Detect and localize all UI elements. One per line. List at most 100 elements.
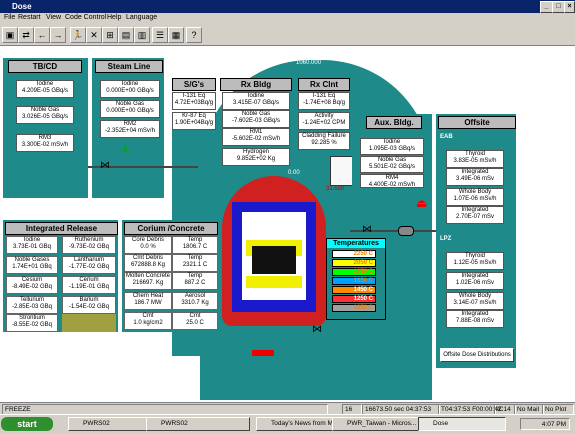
lpz-whole-body: Whole Body 3.14E-07 mSv/h [446,292,504,310]
grid-icon[interactable]: ▦ [168,27,184,43]
corium-cmt-temperature: Cmt 25.0 C [172,312,218,330]
rx-bldg-rm1: RM1 -5.602E-02 mSv/h [222,128,290,146]
forward-icon[interactable]: → [50,27,66,43]
temp-1050: 1050 C [332,304,376,312]
tbcd-building [3,58,88,198]
eab-whole-body: Whole Body 1.07E-06 mSv/h [446,188,504,206]
aux-rm4: RM4 4.400E-02 mSv/h [360,174,424,188]
lpz-whole-body-integrated: Integrated 7.88E-08 mSv [446,310,504,328]
offsite-dose-distributions-button[interactable]: Offsite Dose Distributions [440,348,514,362]
step-icon[interactable]: ⊞ [102,27,118,43]
menu-restart[interactable]: Restart [18,14,41,21]
task-pwrs02-2[interactable]: PWRS02 [146,417,250,431]
temp-1450: 1450 C [332,286,376,294]
offsite-title: Offsite [438,116,516,129]
temp-2250: 2250 C [332,250,376,258]
eab-label: EAB [440,134,453,140]
taskbar: start PWRS02 PWRS02 Today's News from M.… [0,414,575,433]
integrated-release-title: Integrated Release [5,222,118,235]
steam-rm2: RM2 -2.352E+04 mSv/h [100,120,160,138]
release-tellurium: Tellurium -2.85E-03 GBq [6,296,58,314]
temperatures-legend: Temperatures 2250 C 2050 C 1850 C 1650 C… [326,238,386,320]
reactor-lower-plenum [246,276,302,288]
corium-core-temp: Temp 1806.7 C [172,236,218,254]
rx-bldg-hydrogen: Hydrogen 9.852E+02 Kg [222,148,290,166]
relief-valve-icon[interactable]: ◭ [122,142,130,153]
help-icon[interactable]: ? [186,27,202,43]
task-todays-news[interactable]: Today's News from M... [256,417,342,431]
rx-bldg-noble-gas: Noble Gas -7.602E-03 GBq/s [222,110,290,128]
eab-thyroid: Thyroid 3.83E-05 mSv/h [446,150,504,168]
sgs-i131: I-131 Eq 4.72E+03Bq/g [172,92,216,110]
menu-help[interactable]: Help [107,14,121,21]
tbcd-noble-gas: Noble Gas 3.026E-05 GBq/s [16,106,74,124]
top-value: 1060.000 [296,60,322,66]
release-cerium: Cerium -1.19E-01 GBq [62,276,116,294]
dose-diagram: 1060.000 TB/CD Iodine 4.209E-05 GBq/s No… [0,46,575,402]
sgs-kr87: Kr-87 Eq 1.90E+04Bq/g [172,112,216,130]
rx-clnt-tank [330,156,354,186]
temp-1250: 1250 C [332,295,376,303]
list-icon[interactable]: ☰ [152,27,168,43]
sgs-title: S/G's [172,78,216,91]
corium-molten-temp: Temp 887.2 C [172,272,218,290]
release-ruthenium: Ruthenium -9.73E-02 GBq [62,236,116,254]
back-icon[interactable]: ← [34,27,50,43]
release-barium: Barium -1.54E-02 GBq [62,296,116,314]
lpz-label: LPZ [440,236,452,242]
release-lanthanum: Lanthanum -1.77E-02 GBq [62,256,116,274]
temp-1850: 1850 C [332,268,376,276]
task-dose[interactable]: Dose [418,417,506,431]
print-icon[interactable]: ▥ [134,27,150,43]
corium-chem-heat: Chem Heat 186.7 MW [124,292,172,310]
rx-bldg-title: Rx Bldg [220,78,292,91]
eab-whole-body-integrated: Integrated 2.70E-07 mSv [446,206,504,224]
aux-iodine: Iodine 1.095E-03 GBq/s [360,138,424,155]
menu-file[interactable]: File [4,14,15,21]
window-title: Dose [12,2,32,11]
steam-iodine: Iodine 0.000E+00 GBq/s [100,80,160,98]
run-icon[interactable]: 🏃 [70,27,86,43]
rx-clnt-cladding: Cladding Failure 92.285 % [298,132,350,150]
menu-language[interactable]: Language [126,14,157,21]
corium-core-debris: Core Debris 0.0 % [124,236,172,254]
title-bar: Dose _ □ × [0,0,575,13]
task-pwrs02-1[interactable]: PWRS02 [68,417,156,431]
temp-2050: 2050 C [332,259,376,267]
record-icon[interactable]: ▤ [118,27,134,43]
close-button[interactable]: × [564,1,575,13]
alarm-icon: ⏏ [416,196,428,210]
tank-value: 31.590 [326,186,345,192]
steam-line-title: Steam Line [95,60,163,73]
task-pwr-taiwan[interactable]: PWR_Taiwan - Micros... [332,417,428,431]
rx-clnt-title: Rx Clnt [298,78,350,91]
rx-bldg-iodine: Iodine 3.415E-07 GBq/s [222,92,290,110]
corium-title: Corium /Concrete [124,222,218,235]
menu-bar: File Restart View Code Control Help Lang… [0,13,575,24]
release-empty-cell [62,314,116,332]
steam-noble-gas: Noble Gas 0.000E+00 GBq/s [100,100,160,118]
rx-clnt-i131: I-131 Eq -1.74E+08 Bq/g [298,92,350,110]
aux-valve-icon[interactable]: ⋈ [362,224,372,235]
release-iodine: Iodine 3.73E-01 GBq [6,236,58,254]
aux-pump-icon [398,226,414,236]
steam-valve-icon[interactable]: ⋈ [100,160,110,171]
lpz-thyroid-integrated: Integrated 1.02E-06 mSv [446,272,504,290]
menu-view[interactable]: View [46,14,61,21]
reactor-core-debris [252,246,296,274]
start-button[interactable]: start [1,417,53,431]
corium-cmt-pressure: Cmt 1.0 kg/cm2 [124,312,172,330]
corium-indicator [252,350,274,356]
rx-clnt-activity: Activity -1.24E+02 CPM [298,112,350,130]
release-noble-gases: Noble Gases 1.74E+01 GBq [6,256,58,274]
sump-valve-icon[interactable]: ⋈ [312,324,322,335]
stop-icon[interactable]: ✕ [86,27,102,43]
temperatures-title: Temperatures [327,239,385,248]
tbcd-rm3: RM3 3.300E-02 mSv/h [16,134,74,152]
temp-1650: 1650 C [332,277,376,285]
swap-icon[interactable]: ⇄ [18,27,34,43]
corium-aerosol: Aerosol 3310.7 Kg [172,292,218,310]
menu-code-control[interactable]: Code Control [65,14,106,21]
taskbar-clock: 4:07 PM [520,418,570,430]
open-icon[interactable]: ▣ [2,27,18,43]
